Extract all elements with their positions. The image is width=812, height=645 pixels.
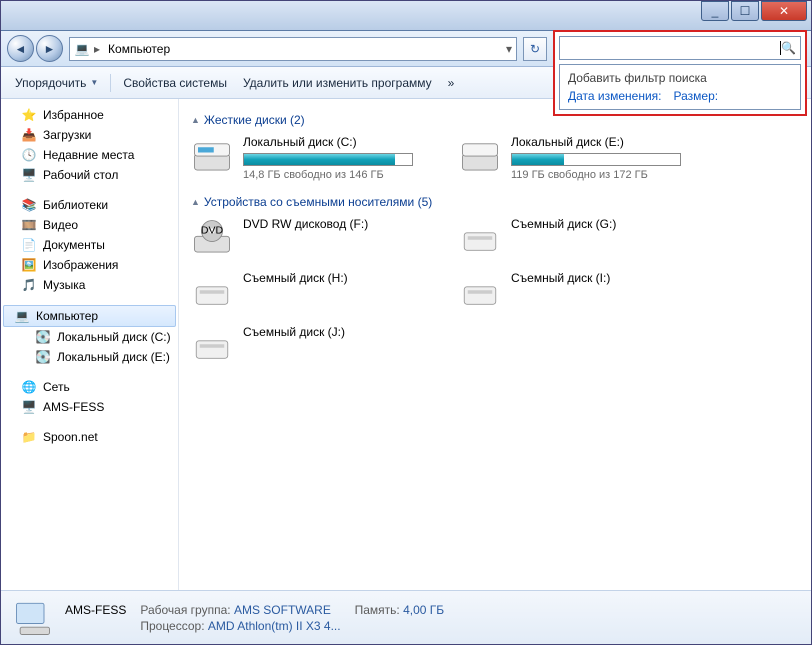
titlebar: _ ☐ ✕ [1, 1, 811, 31]
drive-e[interactable]: Локальный диск (E:) 119 ГБ свободно из 1… [459, 135, 709, 181]
toolbar-overflow[interactable]: » [442, 72, 461, 94]
computer-icon: 💻 [74, 41, 90, 57]
sidebar-item-video[interactable]: 🎞️Видео [1, 215, 178, 235]
organize-menu[interactable]: Упорядочить▼ [9, 72, 104, 94]
sidebar-item-recent[interactable]: 🕓Недавние места [1, 145, 178, 165]
address-dropdown[interactable]: ▾ [506, 42, 512, 56]
close-button[interactable]: ✕ [761, 1, 807, 21]
search-filter-dropdown: Добавить фильтр поиска Дата изменения: Р… [559, 64, 801, 110]
computer-large-icon [11, 596, 55, 640]
hdd-icon: 💽 [35, 329, 51, 345]
sidebar: ⭐Избранное 📥Загрузки 🕓Недавние места 🖥️Р… [1, 99, 179, 590]
document-icon: 📄 [21, 237, 37, 253]
status-bar: AMS-FESS Рабочая группа: AMS SOFTWARE Па… [1, 590, 811, 644]
sidebar-item-music[interactable]: 🎵Музыка [1, 275, 178, 295]
music-icon: 🎵 [21, 277, 37, 293]
drive-f-dvd[interactable]: DVD DVD RW дисковод (F:) [191, 217, 441, 259]
usage-bar [511, 153, 681, 166]
drive-g[interactable]: Съемный диск (G:) [459, 217, 709, 259]
pc-icon: 🖥️ [21, 399, 37, 415]
search-filter-label: Добавить фильтр поиска [568, 71, 792, 85]
drive-name: Локальный диск (E:) [511, 135, 709, 149]
folder-icon: 📁 [21, 429, 37, 445]
dvd-icon: DVD [191, 217, 233, 259]
svg-text:DVD: DVD [201, 225, 224, 237]
drive-name: Съемный диск (G:) [511, 217, 709, 231]
refresh-button[interactable]: ↻ [523, 37, 547, 61]
system-properties-button[interactable]: Свойства системы [117, 72, 233, 94]
uninstall-program-button[interactable]: Удалить или изменить программу [237, 72, 438, 94]
search-input-wrap: ​ 🔍 [559, 36, 801, 60]
sidebar-item-computer[interactable]: 💻Компьютер [3, 305, 176, 327]
removable-icon [459, 271, 501, 313]
crumb-arrow: ▸ [94, 42, 100, 56]
drive-name: Съемный диск (H:) [243, 271, 441, 285]
sidebar-libraries-header[interactable]: 📚Библиотеки [1, 195, 178, 215]
expand-icon: ▲ [191, 197, 200, 207]
sidebar-drive-c[interactable]: 💽Локальный диск (C:) [1, 327, 178, 347]
drive-name: Локальный диск (C:) [243, 135, 441, 149]
computer-icon: 💻 [14, 308, 30, 324]
sidebar-item-spoon[interactable]: 📁Spoon.net [1, 427, 178, 447]
download-icon: 📥 [21, 127, 37, 143]
search-icon[interactable]: 🔍 [781, 41, 796, 55]
drive-name: DVD RW дисковод (F:) [243, 217, 441, 231]
sidebar-item-downloads[interactable]: 📥Загрузки [1, 125, 178, 145]
hdd-icon [191, 135, 233, 177]
explorer-window: _ ☐ ✕ ◄ ► 💻 ▸ Компьютер ▾ ↻ ​ 🔍 Добавить… [0, 0, 812, 645]
picture-icon: 🖼️ [21, 257, 37, 273]
search-highlight-box: ​ 🔍 Добавить фильтр поиска Дата изменени… [553, 30, 807, 116]
content-pane: ▲Жесткие диски (2) Локальный диск (C:) 1… [179, 99, 811, 590]
sidebar-item-documents[interactable]: 📄Документы [1, 235, 178, 255]
drive-name: Съемный диск (J:) [243, 325, 441, 339]
category-removable[interactable]: ▲Устройства со съемными носителями (5) [191, 195, 799, 209]
sidebar-item-desktop[interactable]: 🖥️Рабочий стол [1, 165, 178, 185]
video-icon: 🎞️ [21, 217, 37, 233]
breadcrumb-computer[interactable]: Компьютер [104, 42, 174, 56]
status-name: AMS-FESS [65, 603, 126, 617]
removable-icon [459, 217, 501, 259]
recent-icon: 🕓 [21, 147, 37, 163]
free-space: 119 ГБ свободно из 172 ГБ [511, 169, 709, 181]
drive-h[interactable]: Съемный диск (H:) [191, 271, 441, 313]
hdd-icon [459, 135, 501, 177]
forward-button[interactable]: ► [36, 35, 63, 62]
drive-j[interactable]: Съемный диск (J:) [191, 325, 441, 367]
free-space: 14,8 ГБ свободно из 146 ГБ [243, 169, 441, 181]
removable-icon [191, 325, 233, 367]
library-icon: 📚 [21, 197, 37, 213]
address-bar[interactable]: 💻 ▸ Компьютер ▾ [69, 37, 517, 61]
drive-name: Съемный диск (I:) [511, 271, 709, 285]
drive-c[interactable]: Локальный диск (C:) 14,8 ГБ свободно из … [191, 135, 441, 181]
network-icon: 🌐 [21, 379, 37, 395]
drive-i[interactable]: Съемный диск (I:) [459, 271, 709, 313]
hdd-icon: 💽 [35, 349, 51, 365]
filter-size[interactable]: Размер: [674, 89, 719, 103]
star-icon: ⭐ [21, 107, 37, 123]
usage-bar [243, 153, 413, 166]
sidebar-item-pictures[interactable]: 🖼️Изображения [1, 255, 178, 275]
nav-buttons: ◄ ► [7, 35, 63, 62]
sidebar-network-host[interactable]: 🖥️AMS-FESS [1, 397, 178, 417]
sidebar-favorites-header[interactable]: ⭐Избранное [1, 105, 178, 125]
removable-icon [191, 271, 233, 313]
minimize-button[interactable]: _ [701, 1, 729, 21]
maximize-button[interactable]: ☐ [731, 1, 759, 21]
filter-date-modified[interactable]: Дата изменения: [568, 89, 662, 103]
back-button[interactable]: ◄ [7, 35, 34, 62]
desktop-icon: 🖥️ [21, 167, 37, 183]
sidebar-drive-e[interactable]: 💽Локальный диск (E:) [1, 347, 178, 367]
search-input[interactable] [564, 41, 780, 56]
expand-icon: ▲ [191, 115, 200, 125]
sidebar-network-header[interactable]: 🌐Сеть [1, 377, 178, 397]
